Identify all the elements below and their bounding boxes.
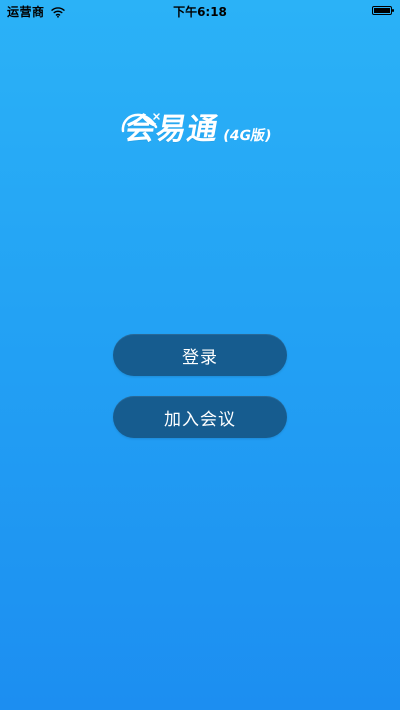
status-bar: 运营商 下午6:18 [0,0,400,22]
battery-icon [372,6,394,15]
app-screen: 运营商 下午6:18 会易通 (4G版) 登录 加入会议 [0,0,400,710]
logo-title: 会易通 [122,112,222,147]
logo-edition: (4G版) [222,128,274,144]
join-meeting-button[interactable]: 加入会议 [113,396,287,438]
login-button[interactable]: 登录 [113,334,287,376]
logo-text-group: 会易通 (4G版) [123,104,278,148]
status-time: 下午6:18 [173,5,227,19]
app-logo: 会易通 (4G版) [0,104,400,148]
